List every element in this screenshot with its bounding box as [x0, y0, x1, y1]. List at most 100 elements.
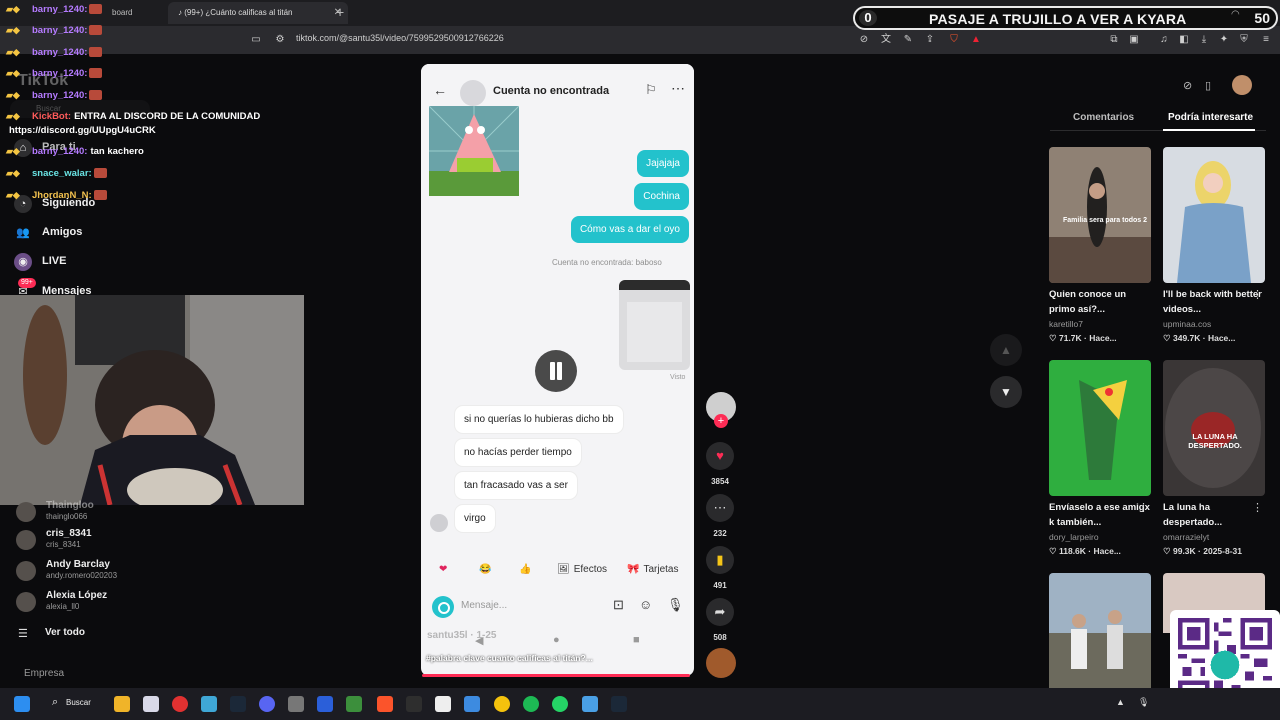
bookmark-button[interactable]: ▮ — [706, 546, 734, 574]
steam-icon[interactable] — [611, 696, 627, 712]
tab-label: board — [112, 8, 133, 17]
tab-comentarios[interactable]: Comentarios — [1073, 112, 1134, 123]
mic-tray-icon[interactable]: 🎙 — [1138, 697, 1149, 708]
brave-icon[interactable] — [377, 696, 393, 712]
effects-icon: 🖼 — [557, 564, 570, 575]
share-icon[interactable]: ⇪ — [924, 34, 936, 46]
card-stats: ♡ 349.7K · Hace... — [1163, 333, 1236, 343]
chat-emote-icon — [89, 90, 103, 101]
back-icon: ← — [433, 82, 447, 98]
chat-emote-icon — [89, 4, 103, 15]
friends-icon: 👥 — [16, 227, 30, 239]
app-icon[interactable] — [201, 696, 217, 712]
rewards-icon[interactable]: ▲ — [970, 34, 982, 46]
translate-icon[interactable]: 文 — [880, 34, 892, 46]
profile-avatar[interactable] — [1232, 75, 1252, 95]
following-handle: thainglo066 — [46, 512, 88, 521]
vpn-icon[interactable]: ⛨ — [1238, 34, 1250, 46]
webcam-image — [0, 295, 304, 505]
sidebar-item-label: Amigos — [42, 226, 83, 238]
see-all-label: Ver todo — [45, 627, 86, 638]
following-handle: cris_8341 — [46, 540, 81, 549]
app-icon[interactable] — [317, 696, 333, 712]
discord-icon[interactable] — [259, 696, 275, 712]
save-count: 491 — [713, 581, 727, 590]
chat-username: barny_1240: — [32, 146, 88, 157]
message-input: Mensaje... ⊡ ☺ 🎙 — [429, 594, 687, 620]
video-player[interactable]: ← Cuenta no encontrada ⚐ ⋯ Jajajaja Coch… — [421, 64, 694, 676]
app-icon[interactable] — [288, 696, 304, 712]
chat-username: snace_walar: — [32, 168, 92, 179]
chat-username: barny_1240: — [32, 25, 88, 36]
whatsapp-icon[interactable] — [552, 696, 568, 712]
windows-start-icon[interactable] — [14, 696, 30, 712]
sidebar-toggle-icon[interactable]: ◧ — [1178, 34, 1190, 46]
video-author[interactable]: santu35l · 1-25 — [427, 630, 496, 641]
store-icon[interactable] — [143, 696, 159, 712]
menu-icon[interactable]: ≡ — [1260, 34, 1272, 46]
like-count: 3854 — [711, 477, 729, 486]
footer-link[interactable]: Empresa — [24, 668, 64, 679]
image-icon: ⊡ — [613, 597, 624, 612]
message-placeholder: Mensaje... — [461, 600, 508, 611]
taskbar-search[interactable]: ⌕ Buscar — [46, 695, 98, 713]
no-image-icon[interactable]: ⊘ — [858, 34, 870, 46]
device-icon[interactable]: ▯ — [1205, 79, 1211, 92]
notepad-icon[interactable] — [582, 696, 598, 712]
following-name: Andy Barclay — [46, 559, 110, 570]
minecraft-icon[interactable] — [346, 696, 362, 712]
image-attachment — [619, 280, 690, 370]
epic-games-icon[interactable] — [406, 696, 422, 712]
app-icon[interactable] — [435, 696, 451, 712]
avatar — [460, 80, 486, 106]
wallet-icon[interactable]: ▣ — [1128, 34, 1140, 46]
avatar — [16, 561, 36, 581]
site-info-icon[interactable]: ⚙ — [274, 34, 286, 46]
chat-username: barny_1240: — [32, 90, 88, 101]
comment-button[interactable]: ⋯ — [706, 494, 734, 522]
chat-message: ▰◆ barny_1240: — [6, 90, 105, 104]
like-button[interactable]: ♥ — [706, 442, 734, 470]
browser-tab-active[interactable]: ♪ (99+) ¿Cuánto calificas al titán ✕ — [168, 2, 348, 24]
previous-video-button[interactable]: ▲ — [990, 334, 1022, 366]
extension-icon[interactable]: ⧉ — [1108, 34, 1120, 46]
chat-message: ▰◆ KickBot: ENTRA AL DISCORD DE LA COMUNI… — [6, 111, 260, 125]
steam-icon[interactable] — [230, 696, 246, 712]
tab-podria-interesarte[interactable]: Podría interesarte — [1168, 112, 1253, 123]
share-button[interactable]: ➦ — [706, 598, 734, 626]
chat-badge-icon: ▰◆ — [6, 168, 20, 178]
settings-icon[interactable]: ⊘ — [1183, 79, 1192, 92]
video-caption[interactable]: #palabra clave cuanto calificas al titán… — [426, 653, 593, 663]
cards-icon: 🎀 — [627, 564, 640, 575]
chat-username: JhordanN_N: — [32, 190, 92, 201]
edit-icon[interactable]: ✎ — [902, 34, 914, 46]
next-video-button[interactable]: ▼ — [990, 376, 1022, 408]
ai-icon[interactable]: ✦ — [1218, 34, 1230, 46]
card-author: karetillo7 — [1049, 319, 1084, 329]
pause-icon[interactable] — [535, 350, 577, 392]
music-disc-icon[interactable] — [706, 648, 736, 678]
avatar — [430, 514, 448, 532]
app-icon[interactable] — [172, 696, 188, 712]
video-thumbnail — [1049, 360, 1151, 496]
url-field[interactable]: tiktok.com/@santu35l/video/7599529500912… — [296, 33, 504, 43]
webcam-feed — [0, 295, 304, 505]
new-tab-button[interactable]: + — [336, 4, 344, 20]
follow-plus-icon[interactable]: + — [714, 414, 728, 428]
download-icon[interactable]: ⤓ — [1198, 34, 1210, 46]
music-icon[interactable]: ♫ — [1158, 34, 1170, 46]
flag-icon: ⚐ — [645, 82, 657, 97]
video-progress-bar[interactable] — [422, 674, 690, 677]
card-time: 2025-8-31 — [1203, 546, 1242, 556]
file-explorer-icon[interactable] — [114, 696, 130, 712]
tray-chevron-icon[interactable]: ▲ — [1116, 697, 1125, 707]
laugh-icon: 😂 — [479, 564, 492, 575]
bookmark-icon[interactable]: ▭ — [250, 34, 262, 46]
chat-username: barny_1240: — [32, 68, 88, 79]
brave-shield-icon[interactable]: ⛉ — [948, 34, 960, 46]
card-author: omarrazielyt — [1163, 532, 1210, 542]
spotify-icon[interactable] — [523, 696, 539, 712]
chrome-icon[interactable] — [494, 696, 510, 712]
calculator-icon[interactable] — [464, 696, 480, 712]
right-counter: 50 — [1254, 10, 1270, 26]
